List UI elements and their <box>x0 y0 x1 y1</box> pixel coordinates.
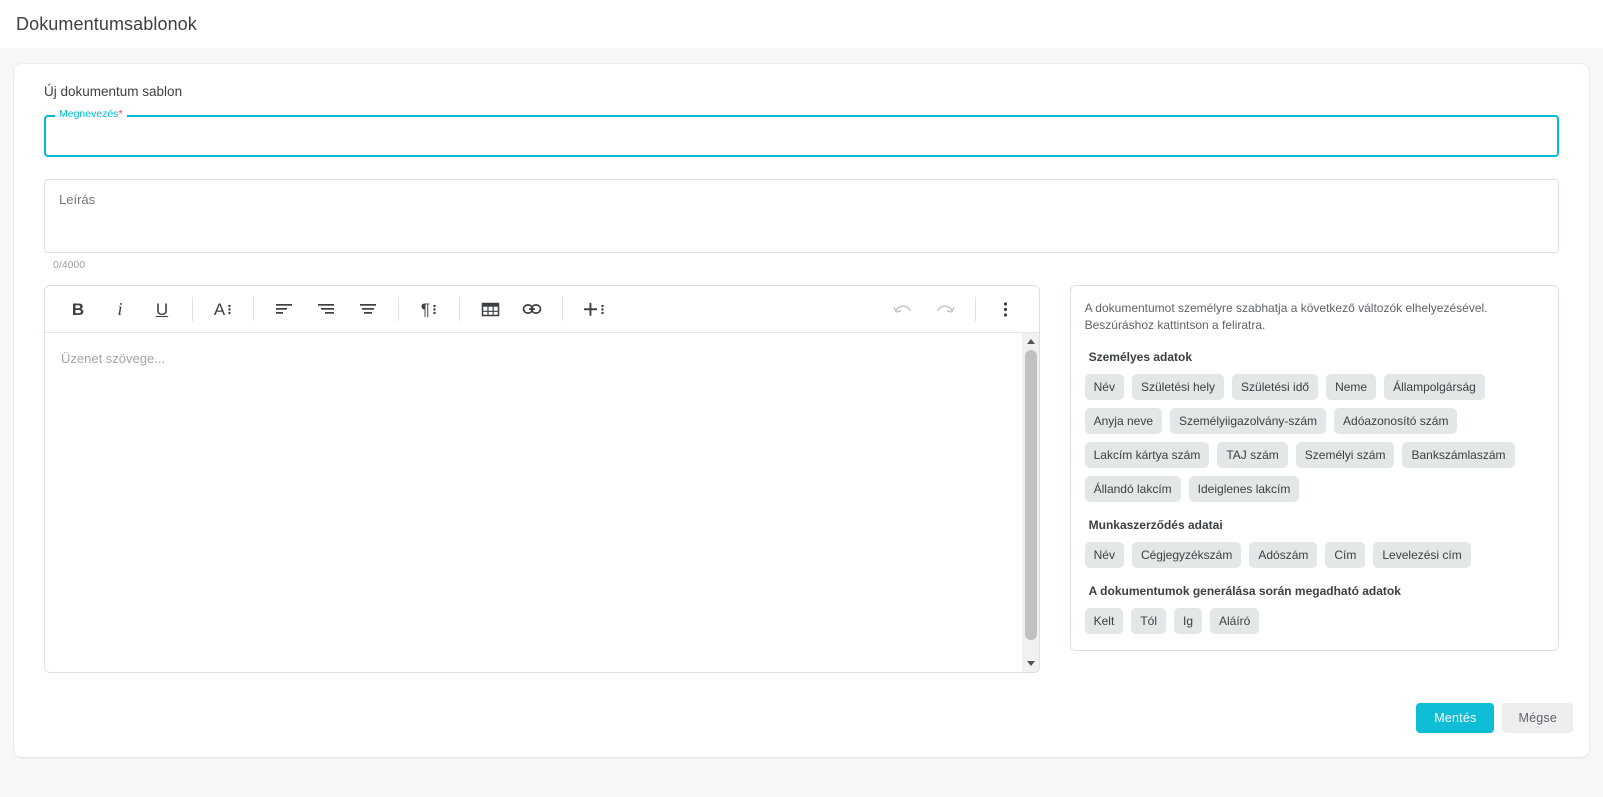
card-title: Új dokumentum sablon <box>44 84 1573 99</box>
variable-chip[interactable]: Ig <box>1174 608 1202 634</box>
group-title: A dokumentumok generálása során megadhat… <box>1089 584 1544 598</box>
align-right-icon <box>359 300 377 318</box>
variable-chip[interactable]: Adóazonosító szám <box>1334 408 1457 434</box>
toolbar-divider <box>398 297 399 321</box>
align-center-icon <box>317 300 335 318</box>
align-right-button[interactable] <box>351 292 385 326</box>
app-header: Dokumentumsablonok <box>0 0 1603 48</box>
variable-chip[interactable]: Állampolgárság <box>1384 374 1485 400</box>
variables-intro: A dokumentumot személyre szabhatja a köv… <box>1085 300 1544 334</box>
editor-content-area[interactable]: Üzenet szövege... <box>45 333 1022 672</box>
variable-chip[interactable]: Állandó lakcím <box>1085 476 1181 502</box>
kebab-menu-icon <box>1003 301 1008 318</box>
editor-placeholder: Üzenet szövege... <box>61 351 1006 366</box>
variables-group-generation: A dokumentumok generálása során megadhat… <box>1085 584 1544 634</box>
variable-chip[interactable]: Levelezési cím <box>1373 542 1470 568</box>
scrollbar-track[interactable] <box>1023 350 1039 655</box>
variable-chip[interactable]: Aláíró <box>1210 608 1259 634</box>
variable-chip[interactable]: Kelt <box>1085 608 1124 634</box>
plus-icon <box>582 301 599 318</box>
variable-chip[interactable]: TAJ szám <box>1217 442 1287 468</box>
underline-button[interactable]: U <box>145 292 179 326</box>
new-template-card: Új dokumentum sablon Megnevezés* 0/4000 <box>14 64 1589 757</box>
toolbar-divider <box>975 297 976 321</box>
align-center-button[interactable] <box>309 292 343 326</box>
editor-and-variables-row: B i U A <box>44 285 1559 673</box>
page-title: Dokumentumsablonok <box>16 14 197 35</box>
variable-chip[interactable]: Anyja neve <box>1085 408 1162 434</box>
required-asterisk: * <box>119 108 123 120</box>
variables-intro-line-2: Beszúráshoz kattintson a feliratra. <box>1085 317 1544 334</box>
variable-chip[interactable]: Születési hely <box>1132 374 1224 400</box>
align-left-icon <box>275 300 293 318</box>
font-style-icon: A <box>214 301 225 318</box>
insert-table-button[interactable] <box>473 292 507 326</box>
editor-body-wrapper: Üzenet szövege... <box>45 333 1039 672</box>
variables-panel: A dokumentumot személyre szabhatja a köv… <box>1070 285 1559 651</box>
underline-icon: U <box>156 301 168 318</box>
more-options-button[interactable] <box>989 292 1023 326</box>
variable-chip[interactable]: Tól <box>1131 608 1166 634</box>
redo-button[interactable] <box>928 292 962 326</box>
cancel-button[interactable]: Mégse <box>1502 703 1573 733</box>
page-body: Új dokumentum sablon Megnevezés* 0/4000 <box>0 48 1603 797</box>
toolbar-divider <box>459 297 460 321</box>
paragraph-icon: ¶ <box>421 301 430 318</box>
description-input[interactable] <box>57 190 1546 242</box>
insert-more-button[interactable] <box>576 292 610 326</box>
chip-row: Kelt Tól Ig Aláíró <box>1085 608 1544 634</box>
italic-button[interactable]: i <box>103 292 137 326</box>
table-icon <box>481 301 500 318</box>
group-title: Személyes adatok <box>1089 350 1544 364</box>
name-field-wrapper: Megnevezés* <box>44 115 1559 157</box>
variable-chip[interactable]: Cím <box>1325 542 1365 568</box>
name-input[interactable] <box>46 117 1557 155</box>
bold-icon: B <box>72 301 84 318</box>
chip-row: Név Születési hely Születési idő Neme Ál… <box>1085 374 1544 502</box>
variable-chip[interactable]: Név <box>1085 542 1124 568</box>
description-char-counter: 0/4000 <box>53 259 1559 271</box>
variable-chip[interactable]: Cégjegyzékszám <box>1132 542 1241 568</box>
editor-scrollbar[interactable] <box>1022 333 1039 672</box>
insert-link-button[interactable] <box>515 292 549 326</box>
undo-icon <box>892 300 914 318</box>
scrollbar-down-arrow[interactable] <box>1023 655 1039 672</box>
variable-chip[interactable]: Név <box>1085 374 1124 400</box>
bold-button[interactable]: B <box>61 292 95 326</box>
variable-chip[interactable]: Személyi szám <box>1296 442 1395 468</box>
toolbar-divider <box>253 297 254 321</box>
italic-icon: i <box>117 300 122 318</box>
align-left-button[interactable] <box>267 292 301 326</box>
variable-chip[interactable]: Lakcím kártya szám <box>1085 442 1210 468</box>
redo-icon <box>934 300 956 318</box>
scrollbar-thumb[interactable] <box>1025 350 1037 640</box>
variables-intro-line-1: A dokumentumot személyre szabhatja a köv… <box>1085 300 1544 317</box>
variable-chip[interactable]: Neme <box>1326 374 1376 400</box>
name-field-label: Megnevezés* <box>55 108 127 120</box>
rich-text-editor: B i U A <box>44 285 1040 673</box>
paragraph-format-button[interactable]: ¶ <box>412 292 446 326</box>
variable-chip[interactable]: Ideiglenes lakcím <box>1189 476 1300 502</box>
variables-group-contract: Munkaszerződés adatai Név Cégjegyzékszám… <box>1085 518 1544 568</box>
variable-chip[interactable]: Adószám <box>1249 542 1317 568</box>
card-footer: Mentés Mégse <box>1416 703 1573 733</box>
chip-row: Név Cégjegyzékszám Adószám Cím Levelezés… <box>1085 542 1544 568</box>
group-title: Munkaszerződés adatai <box>1089 518 1544 532</box>
toolbar-divider <box>562 297 563 321</box>
undo-button[interactable] <box>886 292 920 326</box>
variable-chip[interactable]: Születési idő <box>1232 374 1318 400</box>
variable-chip[interactable]: Személyiigazolvány-szám <box>1170 408 1326 434</box>
name-field[interactable]: Megnevezés* <box>44 115 1559 157</box>
save-button[interactable]: Mentés <box>1416 703 1494 733</box>
link-icon <box>522 301 542 317</box>
variable-chip[interactable]: Bankszámlaszám <box>1402 442 1514 468</box>
editor-toolbar: B i U A <box>45 286 1039 333</box>
name-field-label-text: Megnevezés <box>59 108 119 120</box>
description-field-wrapper: 0/4000 <box>44 179 1559 271</box>
scrollbar-up-arrow[interactable] <box>1023 333 1039 350</box>
font-style-button[interactable]: A <box>206 292 240 326</box>
description-box[interactable] <box>44 179 1559 253</box>
variables-group-personal: Személyes adatok Név Születési hely Szül… <box>1085 350 1544 502</box>
toolbar-divider <box>192 297 193 321</box>
